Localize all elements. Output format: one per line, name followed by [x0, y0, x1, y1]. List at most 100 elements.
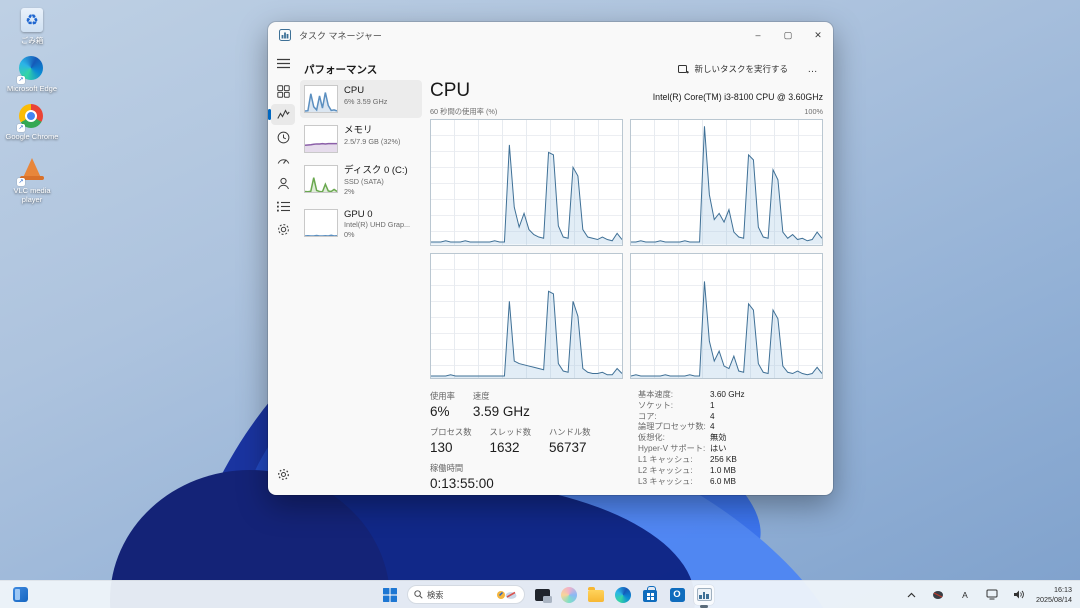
cpu-detail-panel: CPU Intel(R) Core(TM) i3-8100 CPU @ 3.60… — [430, 80, 823, 495]
window-title: タスク マネージャー — [299, 29, 382, 42]
detail-label: コア: — [638, 412, 710, 423]
run-new-task-label: 新しいタスクを実行する — [694, 63, 788, 75]
desktop-icon-vlc[interactable]: ↗ VLC media player — [4, 158, 60, 204]
task-manager-window: タスク マネージャー – ▢ ✕ パフォーマンス 新しいタスクを実行する … — [268, 22, 833, 495]
core-chart-3 — [430, 253, 623, 380]
cpu-stats-details: 基本速度:3.60 GHz ソケット:1 コア:4 論理プロセッサ数:4 仮想化… — [638, 390, 823, 495]
search-icon — [414, 590, 423, 599]
menu-button[interactable] — [271, 53, 295, 74]
core-chart-1 — [430, 119, 623, 246]
usage-value: 6% — [430, 404, 455, 419]
sidebar-item-subtitle: Intel(R) UHD Grap... — [344, 220, 410, 230]
sidebar-item-subtitle2: 2% — [344, 187, 408, 197]
windows-logo-icon — [383, 588, 397, 602]
sidebar-item-title: ディスク 0 (C:) — [344, 165, 408, 177]
sidebar-item-subtitle2: 0% — [344, 230, 410, 240]
nav-services[interactable] — [271, 219, 295, 240]
taskbar-search[interactable]: 検索 — [407, 585, 525, 604]
cpu-stats-primary: 使用率 6% 速度 3.59 GHz プロセス数 130 スレッド数 1632 … — [430, 390, 630, 495]
detail-value: 4 — [710, 422, 715, 433]
history-clock-icon — [277, 131, 290, 144]
desktop-icon-edge[interactable]: ↗ Microsoft Edge — [4, 56, 60, 94]
detail-value: 3.60 GHz — [710, 390, 745, 401]
task-manager-icon — [697, 588, 712, 601]
sidebar-item-memory[interactable]: メモリ 2.5/7.9 GB (32%) — [300, 120, 422, 158]
shortcut-arrow-icon: ↗ — [17, 124, 25, 132]
chevron-up-icon — [907, 592, 916, 598]
users-icon — [277, 177, 290, 190]
ime-mode-button[interactable]: A — [955, 585, 975, 605]
uptime-label: 稼働時間 — [430, 462, 494, 474]
detail-value: 1.0 MB — [710, 466, 736, 477]
nav-details[interactable] — [271, 196, 295, 217]
sidebar-item-subtitle: SSD (SATA) — [344, 177, 408, 187]
file-explorer-button[interactable] — [586, 585, 606, 605]
settings-button[interactable] — [271, 464, 295, 485]
gear-icon — [277, 468, 290, 481]
start-button[interactable] — [380, 585, 400, 605]
new-task-icon — [678, 64, 689, 75]
shortcut-arrow-icon: ↗ — [17, 178, 25, 186]
volume-button[interactable] — [1009, 585, 1029, 605]
nav-rail — [268, 52, 298, 495]
page-title: パフォーマンス — [304, 62, 377, 77]
sidebar-item-disk0[interactable]: ディスク 0 (C:) SSD (SATA) 2% — [300, 160, 422, 202]
maximize-button[interactable]: ▢ — [773, 22, 803, 48]
task-manager-taskbar-button[interactable] — [694, 585, 714, 605]
edge-button[interactable] — [613, 585, 633, 605]
chart-axis-max: 100% — [804, 107, 823, 117]
tray-app-button[interactable] — [928, 585, 948, 605]
desktop-icon-label: VLC media player — [4, 187, 60, 204]
speed-label: 速度 — [473, 390, 530, 402]
store-button[interactable] — [640, 585, 660, 605]
nav-performance[interactable] — [271, 104, 295, 125]
task-manager-app-icon — [279, 29, 291, 41]
sidebar-item-gpu0[interactable]: GPU 0 Intel(R) UHD Grap... 0% — [300, 204, 422, 246]
detail-label: L3 キャッシュ: — [638, 477, 710, 488]
task-view-button[interactable] — [532, 585, 552, 605]
tray-overflow-button[interactable] — [901, 585, 921, 605]
network-button[interactable] — [982, 585, 1002, 605]
clock-date: 2025/08/14 — [1036, 595, 1072, 604]
widgets-icon — [13, 587, 28, 602]
minimize-button[interactable]: – — [743, 22, 773, 48]
handles-label: ハンドル数 — [549, 426, 591, 438]
detail-label: L1 キャッシュ: — [638, 455, 710, 466]
network-icon — [986, 589, 998, 600]
outlook-button[interactable]: O — [667, 585, 687, 605]
handles-value: 56737 — [549, 440, 591, 455]
more-options-button[interactable]: … — [801, 64, 825, 75]
sidebar-item-cpu[interactable]: CPU 6% 3.59 GHz — [300, 80, 422, 118]
copilot-button[interactable] — [559, 585, 579, 605]
search-placeholder: 検索 — [427, 589, 492, 601]
nav-app-history[interactable] — [271, 127, 295, 148]
processes-value: 130 — [430, 440, 472, 455]
usage-label: 使用率 — [430, 390, 455, 402]
core-chart-2 — [630, 119, 823, 246]
widgets-button[interactable] — [10, 585, 30, 605]
sidebar-item-subtitle: 2.5/7.9 GB (32%) — [344, 137, 400, 147]
threads-label: スレッド数 — [490, 426, 532, 438]
run-new-task-button[interactable]: 新しいタスクを実行する — [671, 60, 795, 78]
desktop-icon-chrome[interactable]: ↗ Google Chrome — [4, 104, 60, 142]
nav-startup-apps[interactable] — [271, 150, 295, 171]
vlc-icon — [22, 158, 42, 180]
taskbar-clock[interactable]: 16:13 2025/08/14 — [1036, 585, 1072, 604]
speed-value: 3.59 GHz — [473, 404, 530, 419]
performance-icon — [277, 108, 290, 121]
nav-processes[interactable] — [271, 81, 295, 102]
file-explorer-icon — [588, 590, 604, 602]
recycle-bin-icon: ♻ — [21, 8, 43, 32]
nav-users[interactable] — [271, 173, 295, 194]
close-button[interactable]: ✕ — [803, 22, 833, 48]
chart-axis-label: 60 秒間の使用率 (%) — [430, 107, 497, 117]
search-highlights-icon — [496, 589, 518, 601]
detail-value: 無効 — [710, 433, 726, 444]
desktop-icon-recycle-bin[interactable]: ♻ ごみ箱 — [4, 8, 60, 46]
desktop: ♻ ごみ箱 ↗ Microsoft Edge ↗ Google Chrome ↗… — [0, 0, 1080, 608]
detail-value: 6.0 MB — [710, 477, 736, 488]
copilot-icon — [561, 587, 577, 603]
titlebar[interactable]: タスク マネージャー – ▢ ✕ — [268, 22, 833, 48]
details-list-icon — [277, 201, 290, 212]
performance-sidebar: CPU 6% 3.59 GHz メモリ 2.5/7.9 GB (32%) ディス… — [300, 80, 422, 247]
